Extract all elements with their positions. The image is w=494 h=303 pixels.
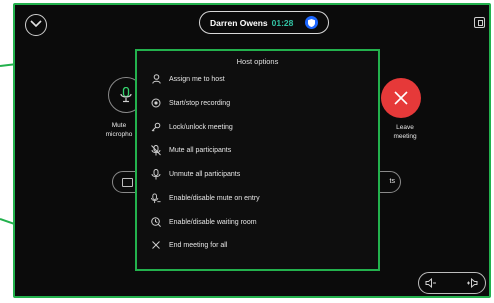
call-timer: 01:28 — [271, 17, 294, 28]
waiting-room-icon — [151, 217, 161, 227]
menu-item-label: Unmute all participants — [169, 170, 241, 178]
mic-off-icon — [151, 144, 161, 155]
participant-name: Darren Owens — [210, 17, 268, 28]
touch-panel-screen: Darren Owens 01:28 Mute micropho Leave m… — [13, 3, 491, 298]
menu-item-label: Start/stop recording — [169, 99, 231, 107]
volume-control[interactable] — [418, 272, 486, 294]
leave-meeting-button[interactable] — [381, 78, 421, 118]
menu-item-recording[interactable]: Start/stop recording — [151, 96, 230, 110]
close-icon — [151, 240, 161, 250]
close-icon — [394, 91, 408, 105]
shield-icon — [305, 16, 319, 29]
menu-item-assign-host[interactable]: Assign me to host — [151, 72, 225, 86]
menu-item-label: End meeting for all — [169, 241, 228, 249]
menu-item-label: Mute all participants — [169, 146, 232, 154]
key-icon — [151, 122, 161, 132]
mic-icon — [151, 168, 161, 179]
host-options-menu: Host options Assign me to host Start/sto… — [135, 49, 380, 271]
menu-item-label: Enable/disable mute on entry — [169, 194, 260, 202]
participant-pill[interactable]: Darren Owens 01:28 — [199, 11, 329, 34]
menu-item-label: Lock/unlock meeting — [169, 123, 233, 131]
chevron-down-icon — [30, 20, 42, 28]
layout-icon — [122, 178, 133, 187]
back-button[interactable] — [25, 14, 47, 36]
menu-item-label: Assign me to host — [169, 75, 225, 83]
record-icon — [151, 98, 161, 108]
host-options-title: Host options — [236, 57, 279, 66]
person-icon — [151, 74, 161, 84]
menu-item-waiting-room[interactable]: Enable/disable waiting room — [151, 215, 257, 229]
leave-meeting-label: Leave meeting — [393, 124, 417, 140]
mic-entry-icon — [151, 193, 161, 203]
volume-down-icon[interactable] — [425, 278, 437, 288]
menu-item-mute-all[interactable]: Mute all participants — [151, 143, 231, 157]
menu-item-unmute-all[interactable]: Unmute all participants — [151, 167, 240, 181]
menu-item-mute-on-entry[interactable]: Enable/disable mute on entry — [151, 191, 260, 205]
screen-share-icon[interactable] — [474, 17, 485, 28]
menu-item-end-meeting[interactable]: End meeting for all — [151, 238, 227, 252]
menu-item-lock-meeting[interactable]: Lock/unlock meeting — [151, 120, 233, 134]
menu-item-label: Enable/disable waiting room — [169, 218, 257, 226]
mic-icon — [120, 87, 132, 103]
volume-up-icon[interactable] — [466, 278, 478, 288]
